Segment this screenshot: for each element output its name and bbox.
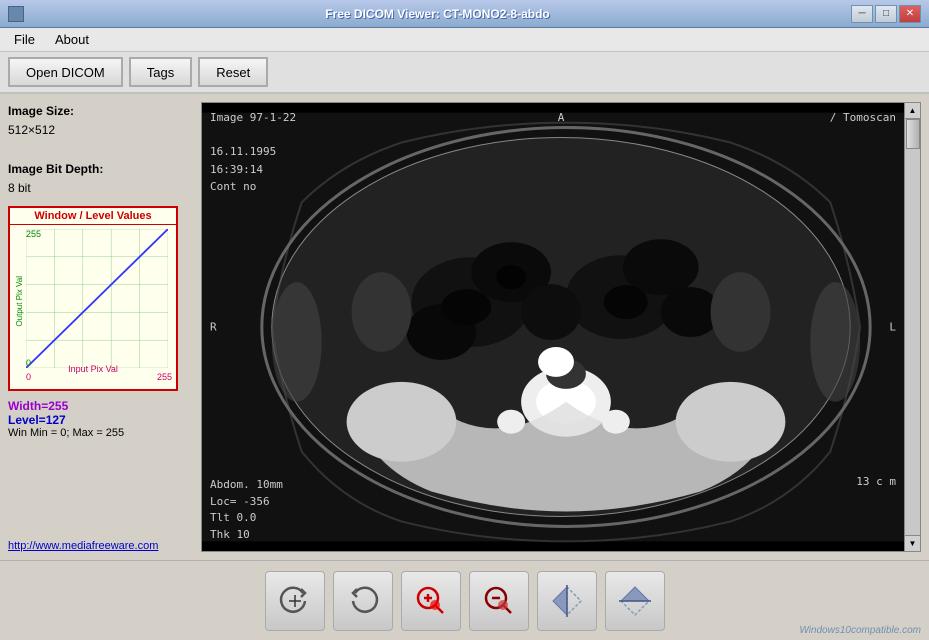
zoom-out-button[interactable] <box>469 571 529 631</box>
main-area: Image Size: 512×512 Image Bit Depth: 8 b… <box>0 94 929 560</box>
wl-minmax: Win Min = 0; Max = 255 <box>8 427 193 439</box>
ct-date-line1: 16.11.1995 <box>210 143 276 161</box>
x-axis-label: Input Pix Val <box>68 364 118 374</box>
website-link-container: http://www.mediafreeware.com <box>8 537 193 552</box>
rotate-right-icon <box>277 583 313 619</box>
window-title: Free DICOM Viewer: CT-MONO2-8-abdo <box>24 7 851 21</box>
image-size-value: 512×512 <box>8 121 193 140</box>
wl-width: Width=255 <box>8 399 193 413</box>
minimize-button[interactable]: ─ <box>851 5 873 23</box>
watermark: Windows10compatible.com <box>799 625 921 636</box>
wl-chart-title: Window / Level Values <box>10 208 176 225</box>
open-dicom-button[interactable]: Open DICOM <box>8 57 123 87</box>
image-size-label: Image Size: <box>8 102 193 121</box>
ct-overlay-top-left: Image 97-1-22 <box>210 111 296 124</box>
image-info: Image Size: 512×512 Image Bit Depth: 8 b… <box>8 102 193 198</box>
restore-button[interactable]: □ <box>875 5 897 23</box>
ct-side-left: R <box>210 321 217 334</box>
rotate-left-icon <box>345 583 381 619</box>
flip-vertical-button[interactable] <box>605 571 665 631</box>
ct-overlay-top-right: / Tomoscan <box>830 111 896 124</box>
ct-bottom-line2: Loc= -356 <box>210 494 283 511</box>
about-menu[interactable]: About <box>45 30 99 49</box>
window-controls: ─ □ ✕ <box>851 5 921 23</box>
ct-overlay-bottom: Abdom. 10mm Loc= -356 Tlt 0.0 Thk 10 <box>210 477 283 543</box>
website-link[interactable]: http://www.mediafreeware.com <box>8 540 158 552</box>
tags-button[interactable]: Tags <box>129 57 192 87</box>
file-menu[interactable]: File <box>4 30 45 49</box>
scrollbar-up-arrow[interactable]: ▲ <box>905 103 920 119</box>
y-axis-label-container: Output Pix Val <box>12 235 26 368</box>
zoom-in-button[interactable] <box>401 571 461 631</box>
title-bar: Free DICOM Viewer: CT-MONO2-8-abdo ─ □ ✕ <box>0 0 929 28</box>
zoom-in-icon <box>413 583 449 619</box>
left-panel: Image Size: 512×512 Image Bit Depth: 8 b… <box>8 102 193 552</box>
ct-overlay-top-center: A <box>558 111 565 124</box>
ct-overlay-date: 16.11.1995 16:39:14 Cont no <box>210 143 276 196</box>
wl-values: Width=255 Level=127 Win Min = 0; Max = 2… <box>8 399 193 439</box>
reset-button[interactable]: Reset <box>198 57 268 87</box>
wl-chart-inner: Output Pix Val <box>10 225 176 386</box>
app-icon <box>8 6 24 22</box>
close-button[interactable]: ✕ <box>899 5 921 23</box>
ct-bottom-line1: Abdom. 10mm <box>210 477 283 494</box>
menu-bar: File About <box>0 28 929 52</box>
flip-vertical-icon <box>617 583 653 619</box>
scrollbar-down-arrow[interactable]: ▼ <box>905 535 920 551</box>
y-axis-max: 255 <box>26 229 41 239</box>
toolbar: Open DICOM Tags Reset <box>0 52 929 94</box>
ct-image-svg <box>202 103 920 551</box>
wl-chart-container: Window / Level Values Output Pix Val <box>8 206 178 391</box>
title-bar-left <box>8 6 24 22</box>
zoom-out-icon <box>481 583 517 619</box>
ct-bottom-line3: Tlt 0.0 <box>210 510 283 527</box>
ct-side-right: L <box>889 321 896 334</box>
wl-level: Level=127 <box>8 413 193 427</box>
y-axis-min: 0 <box>26 358 31 368</box>
bottom-toolbar <box>0 560 929 640</box>
image-bit-depth-label: Image Bit Depth: <box>8 160 193 179</box>
image-panel[interactable]: Image 97-1-22 A / Tomoscan 16.11.1995 16… <box>201 102 921 552</box>
rotate-right-button[interactable] <box>265 571 325 631</box>
ct-date-line3: Cont no <box>210 178 276 196</box>
x-axis-min: 0 <box>26 372 31 382</box>
ct-bottom-line4: Thk 10 <box>210 527 283 544</box>
scrollbar-thumb[interactable] <box>906 119 920 149</box>
wl-chart-svg <box>26 229 168 368</box>
y-axis-label: Output Pix Val <box>15 276 24 327</box>
flip-horizontal-button[interactable] <box>537 571 597 631</box>
ct-right-numbers: 13 c m <box>856 473 896 491</box>
x-axis-max: 255 <box>157 372 172 382</box>
ct-date-line2: 16:39:14 <box>210 161 276 179</box>
image-bit-depth-value: 8 bit <box>8 179 193 198</box>
flip-horizontal-icon <box>549 583 585 619</box>
rotate-left-button[interactable] <box>333 571 393 631</box>
image-scrollbar[interactable]: ▲ ▼ <box>904 103 920 551</box>
